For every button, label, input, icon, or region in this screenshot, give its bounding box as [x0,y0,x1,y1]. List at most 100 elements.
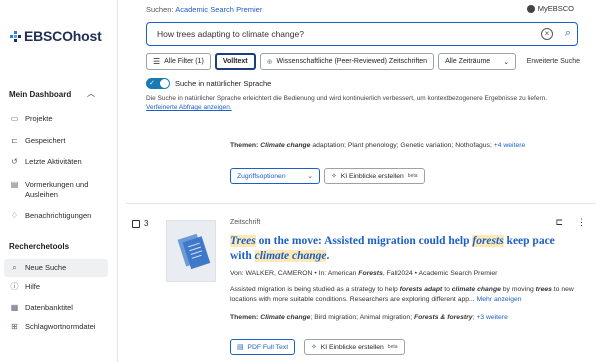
bell-icon: ♢ [10,211,19,220]
sidebar-item-help[interactable]: ⓘ Hilfe [4,282,108,292]
tree-icon: ⊞ [11,322,18,331]
refine-query-link[interactable]: Verfeinerte Abfrage anzeigen. [146,104,232,111]
abstract-text: Assisted migration is being studied as a… [230,286,400,293]
logo-text: EBSCOhost [24,28,102,44]
advanced-search-link[interactable]: Erweiterte Suche [527,58,580,65]
myebsco-button[interactable]: MyEBSCO [526,4,574,13]
result-meta: Von: WALKER, CAMERON • In: American Fore… [230,270,497,277]
abstract-highlight: trees [535,286,552,293]
filter-icon: ☰ [153,57,161,66]
search-icon[interactable]: ⌕ [565,27,571,40]
topics-label: Themen: [230,314,259,321]
sidebar: EBSCOhost Mein Dashboard ︿ ▭ Projekte ⊏ … [0,0,118,362]
time-range-select[interactable]: Alle Zeiträume ⌄ [438,53,517,70]
myebsco-label: MyEBSCO [537,4,574,13]
sidebar-item-notifications[interactable]: ♢ Benachrichtigungen [4,211,108,221]
natural-language-label: Suche in natürlicher Sprache [175,79,272,88]
topics-text: ; [472,314,475,321]
search-icon: ⌕ [12,263,17,272]
main-content: Suchen: Academic Search Premier MyEBSCO … [118,0,596,362]
topics-label: Themen: [230,142,259,149]
topic-highlight[interactable]: Climate change [260,314,310,321]
sidebar-item-databases[interactable]: ▦ Datenbanktitel [4,303,108,313]
journal-thumbnail[interactable] [166,220,216,282]
more-options-icon[interactable]: ⋮ [577,217,586,228]
natural-language-description: Die Suche in natürlicher Sprache erleich… [146,94,586,112]
show-more-link[interactable]: Mehr anzeigen [477,296,522,303]
fulltext-filter[interactable]: Volltext [214,53,256,70]
topic-highlight[interactable]: Climate change [260,142,310,149]
result-divider [126,203,596,204]
abstract-text: by moving [500,286,536,293]
ai-insights-button[interactable]: ✧ KI Einblicke erstellen beta [324,168,425,184]
sidebar-item-label: Letzte Aktivitäten [25,157,82,166]
natural-language-toggle[interactable]: ✓ [146,78,170,89]
tools-heading: Recherchetools [9,242,70,251]
more-topics-link[interactable]: +4 weitere [494,142,526,149]
chevron-up-icon[interactable]: ︿ [87,88,95,99]
peer-reviewed-filter[interactable]: ⊕ Wissenschaftliche (Peer-Reviewed) Zeit… [259,53,435,70]
sidebar-item-label: Hilfe [25,282,41,291]
ai-insights-label: KI Einblicke erstellen [320,343,384,351]
book-icon: ▤ [10,180,19,189]
sidebar-item-holds[interactable]: ▤ Vormerkungen und Ausleihen [4,180,108,199]
title-text: . [326,250,330,262]
sidebar-item-label: Gespeichert [25,136,66,145]
sidebar-item-saved[interactable]: ⊏ Gespeichert [4,136,108,146]
sidebar-item-projects[interactable]: ▭ Projekte [4,114,108,124]
check-icon: ✓ [149,80,155,87]
topics-text[interactable]: ; Bird migration; Animal migration; [310,314,412,321]
result-number: 3 [144,219,149,228]
title-highlight: forests [472,235,504,247]
plus-icon: ⊕ [266,58,273,66]
history-icon: ↺ [11,157,18,166]
chevron-down-icon: ⌄ [503,58,510,66]
sidebar-item-subjects[interactable]: ⊞ Schlagwortnormdatei [4,322,108,332]
search-input[interactable]: How trees adapting to climate change? × … [146,22,578,46]
ebscohost-logo[interactable]: EBSCOhost [10,28,102,44]
ai-insights-button[interactable]: ✧ KI Einblicke erstellen beta [304,339,405,355]
app-window: EBSCOhost Mein Dashboard ︿ ▭ Projekte ⊏ … [0,0,596,362]
prev-result-topics: Themen: Climate change adaptation; Plant… [230,142,525,149]
bookmark-icon: ⊏ [11,136,18,145]
chevron-down-icon: ⌄ [307,173,313,180]
help-icon: ⓘ [10,282,19,291]
time-range-label: Alle Zeiträume [445,58,491,65]
pdf-icon: ▤ [237,344,244,351]
user-icon [526,4,535,13]
search-scope: Suchen: Academic Search Premier [146,5,262,14]
more-topics-link[interactable]: +3 weitere [476,314,508,321]
sidebar-item-new-search[interactable]: ⌕ Neue Suche [4,259,108,277]
topic-bold[interactable]: Forests & forestry [414,314,473,321]
topics-text[interactable]: adaptation; Plant phenology; Genetic var… [310,142,492,149]
sidebar-item-recent[interactable]: ↺ Letzte Aktivitäten [4,157,108,167]
logo-icon [10,30,21,42]
title-highlight: climate change [254,250,327,262]
description-text: Die Suche in natürlicher Sprache erleich… [146,95,548,102]
sidebar-item-label: Datenbanktitel [25,303,73,312]
search-prefix: Suchen: [146,5,174,14]
bookmark-icon[interactable]: ⊏ [555,217,563,228]
access-options-button[interactable]: Zugriffsoptionen ⌄ [230,168,320,184]
pdf-fulltext-button[interactable]: ▤ PDF Full Text [230,339,296,355]
abstract-highlight: climate change [451,286,501,293]
sidebar-item-label: Schlagwortnormdatei [25,322,96,331]
all-filters-button[interactable]: ☰ Alle Filter (1) [146,53,211,70]
meta-suffix: , Fall2024 • Academic Search Premier [382,270,498,277]
document-icon [177,233,211,270]
sidebar-item-label: Projekte [25,114,53,123]
beta-badge: beta [407,173,418,179]
result-title[interactable]: Trees on the move: Assisted migration co… [230,234,560,264]
result-checkbox[interactable] [132,219,140,228]
sidebar-item-label: Benachrichtigungen [25,211,92,220]
dashboard-heading[interactable]: Mein Dashboard [9,90,71,99]
result-topics: Themen: Climate change; Bird migration; … [230,314,508,321]
abstract-highlight: forests adapt [399,286,443,293]
result-actions: ⊏ ⋮ [555,217,586,228]
clear-icon[interactable]: × [541,28,553,40]
result-select[interactable]: 3 [132,219,148,228]
folder-icon: ▭ [10,114,19,123]
fulltext-label: Volltext [222,58,248,65]
database-selector[interactable]: Academic Search Premier [175,5,262,14]
journal-name[interactable]: Forests [358,270,383,277]
